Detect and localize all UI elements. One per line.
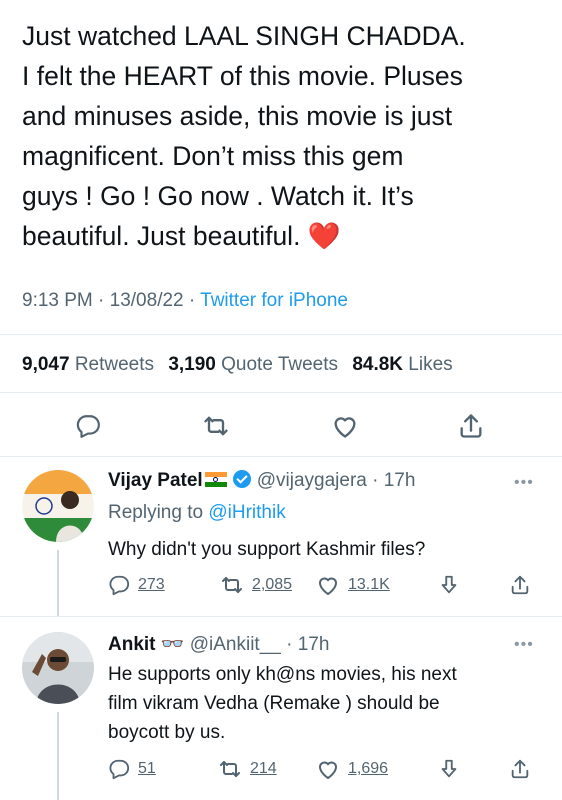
tweet-line: beautiful. Just beautiful.: [22, 221, 301, 251]
like-count: 1,696: [348, 760, 389, 777]
tweet-client-link[interactable]: Twitter for iPhone: [200, 290, 348, 311]
avatar[interactable]: [22, 470, 94, 542]
tweet-text: Just watched LAAL SINGH CHADDA. I felt t…: [22, 16, 547, 256]
divider: [0, 334, 562, 335]
reply-icon: [109, 575, 130, 596]
reply-header: Vijay Patel @vijaygajera · 17h: [108, 470, 415, 492]
retweet-icon: [204, 416, 228, 436]
reply-text-line: film vikram Vedha (Remake ) should be: [108, 693, 440, 714]
reply-text: Why didn't you support Kashmir files?: [108, 535, 528, 564]
share-icon: [511, 759, 529, 779]
avatar[interactable]: [22, 632, 94, 704]
reply-time: · 17h: [286, 634, 330, 655]
avatar-image: [22, 470, 94, 542]
tweet-line: guys ! Go ! Go now . Watch it. It’s: [22, 181, 414, 211]
likes-stat[interactable]: 84.8K Likes: [352, 354, 452, 375]
retweet-button[interactable]: 214: [218, 756, 277, 782]
reply-author-handle[interactable]: @iAnkiit__: [190, 634, 281, 655]
reply-text-line: Why didn't you support Kashmir files?: [108, 539, 426, 560]
share-button[interactable]: [509, 572, 531, 598]
reply-text: He supports only kh@ns movies, his next …: [108, 660, 528, 747]
retweet-button[interactable]: [198, 408, 234, 444]
divider: [0, 392, 562, 393]
heart-icon: [319, 761, 337, 779]
share-button[interactable]: [509, 756, 531, 782]
reply-text-line: He supports only kh@ns movies, his next: [108, 664, 457, 685]
india-flag-icon: [204, 472, 227, 487]
heart-icon: [334, 417, 356, 438]
heart-icon: [319, 577, 337, 595]
retweet-icon: [220, 761, 240, 777]
reply-header: Ankit 👓 @iAnkiit__ · 17h: [108, 632, 329, 656]
share-icon: [460, 414, 482, 438]
tweet-line: I felt the HEART of this movie. Pluses: [22, 61, 463, 91]
reply-button[interactable]: 51: [108, 756, 156, 782]
tweet-action-bar: [0, 408, 562, 444]
reply-button[interactable]: 273: [108, 572, 165, 598]
retweet-icon: [222, 577, 242, 593]
downvote-icon: [441, 575, 457, 594]
red-heart-emoji: ❤️: [307, 221, 341, 251]
like-button[interactable]: 13.1K: [316, 572, 390, 598]
reply-time: · 17h: [372, 470, 416, 491]
retweet-count: 214: [250, 760, 277, 777]
share-icon: [511, 575, 529, 595]
tweet-timestamp: 9:13 PM · 13/08/22 ·: [22, 290, 201, 311]
share-button[interactable]: [453, 408, 489, 444]
verified-badge-icon: [232, 470, 251, 488]
reply-author-name[interactable]: Vijay Patel: [108, 470, 203, 491]
like-button[interactable]: [327, 408, 363, 444]
like-button[interactable]: 1,696: [316, 756, 388, 782]
tweet-line: magnificent. Don’t miss this gem: [22, 141, 404, 171]
more-icon[interactable]: •••: [514, 474, 534, 492]
tweet-meta: 9:13 PM · 13/08/22 · Twitter for iPhone: [22, 290, 348, 312]
retweets-stat[interactable]: 9,047 Retweets: [22, 354, 154, 375]
reply-text-line: boycott by us.: [108, 722, 226, 743]
reply-author-name[interactable]: Ankit: [108, 634, 156, 655]
retweet-button[interactable]: 2,085: [220, 572, 292, 598]
reply-count: 51: [138, 760, 156, 777]
reply-icon: [109, 759, 130, 780]
glasses-emoji: 👓: [160, 634, 185, 655]
more-icon[interactable]: •••: [514, 636, 534, 654]
reply-button[interactable]: [70, 408, 106, 444]
replying-to-handle[interactable]: @iHrithik: [208, 502, 285, 523]
reply-author-handle[interactable]: @vijaygajera: [257, 470, 367, 491]
downvote-icon: [441, 759, 457, 778]
downvote-button[interactable]: [438, 756, 460, 782]
replying-to-label: Replying to: [108, 502, 209, 523]
replying-to: Replying to @iHrithik: [108, 502, 286, 524]
avatar-image: [22, 632, 94, 704]
reply-action-bar: 51 214 1,696: [0, 756, 562, 782]
downvote-button[interactable]: [438, 572, 460, 598]
reply-count: 273: [138, 576, 165, 593]
retweet-count: 2,085: [252, 576, 293, 593]
reply-tweet[interactable]: Ankit 👓 @iAnkiit__ · 17h ••• He supports…: [0, 616, 562, 800]
tweet-stats: 9,047 Retweets 3,190 Quote Tweets 84.8K …: [22, 354, 453, 376]
tweet-line: and minuses aside, this movie is just: [22, 101, 453, 131]
reply-action-bar: 273 2,085 13.1K: [0, 572, 562, 598]
tweet-line: Just watched LAAL SINGH CHADDA.: [22, 21, 466, 51]
tweet-line-last: beautiful. Just beautiful. ❤️: [22, 216, 547, 256]
like-count: 13.1K: [348, 576, 390, 593]
reply-icon: [76, 415, 100, 438]
reply-tweet[interactable]: Vijay Patel @vijaygajera · 17h ••• Replyi…: [0, 456, 562, 616]
quote-tweets-stat[interactable]: 3,190 Quote Tweets: [168, 354, 338, 375]
